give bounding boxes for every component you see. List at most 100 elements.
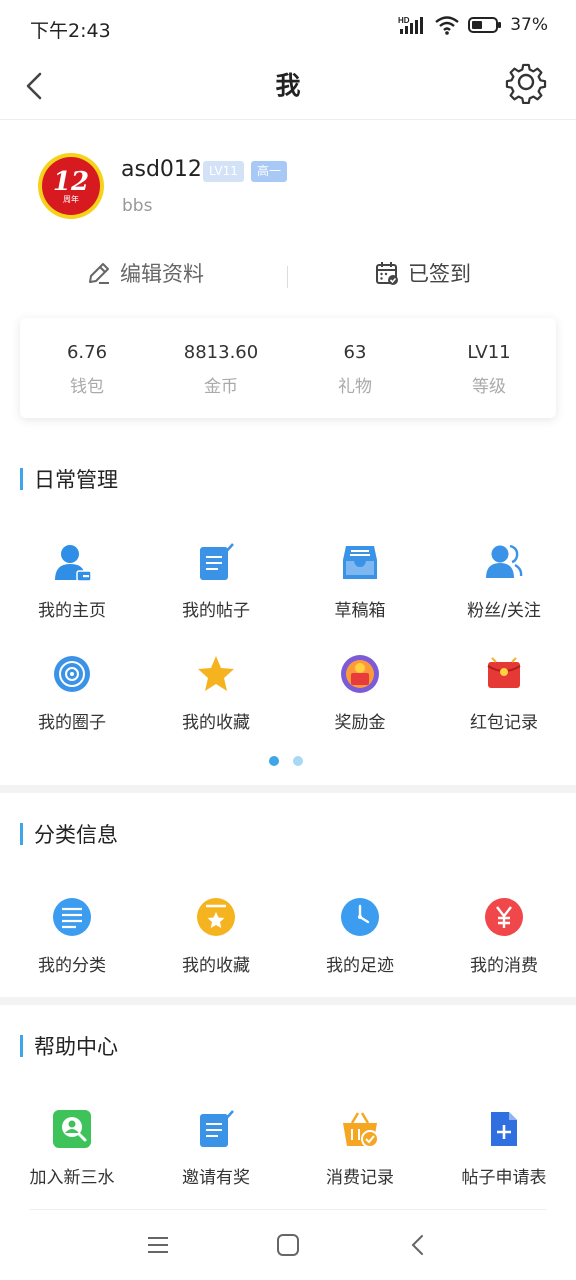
user-home-icon (55, 545, 92, 582)
stat-label: 礼物 (338, 377, 372, 397)
section-daily-header: 日常管理 (20, 464, 118, 494)
edit-profile-label: 编辑资料 (120, 262, 204, 286)
wifi-icon (435, 16, 459, 35)
star-icon (198, 656, 234, 691)
nav-bar: 我 (0, 54, 576, 120)
back-icon[interactable] (404, 1231, 432, 1259)
stat-value: LV11 (467, 342, 511, 363)
grid-label: 红包记录 (470, 713, 538, 733)
reward-icon (341, 655, 379, 693)
grid-label: 我的圈子 (38, 713, 106, 733)
stat-label: 等级 (472, 377, 506, 397)
circle-icon (54, 656, 90, 692)
username: asd012 (121, 157, 202, 182)
stat-value: 6.76 (66, 342, 108, 363)
list-icon (53, 898, 91, 936)
yen-icon (485, 898, 523, 936)
grid-item-my-favorites[interactable]: 我的收藏 (144, 654, 288, 733)
grid-item-red-envelope[interactable]: 红包记录 (432, 654, 576, 733)
section-title: 分类信息 (34, 823, 118, 847)
grid-item-my-circle[interactable]: 我的圈子 (0, 654, 144, 733)
basket-icon (343, 1112, 379, 1148)
grid-label: 邀请有奖 (182, 1168, 250, 1188)
grid-item-reward[interactable]: 奖励金 (288, 654, 432, 733)
status-time: 下午2:43 (30, 20, 111, 42)
grid-item-my-homepage[interactable]: 我的主页 (0, 542, 144, 621)
grid-label: 奖励金 (334, 713, 386, 733)
grid-item-invite[interactable]: 邀请有奖 (144, 1109, 288, 1188)
stats-card: 6.76 钱包 8813.60 金币 63 礼物 LV11 等级 (20, 318, 556, 418)
grade-badge: 高一 (251, 161, 288, 182)
grid-label: 我的消费 (470, 956, 538, 976)
section-title: 日常管理 (34, 468, 118, 492)
fans-icon (486, 544, 523, 578)
status-bar: 下午2:43 HD 37% (0, 0, 576, 54)
draft-box-icon (343, 546, 377, 579)
grid-item-category-favorites[interactable]: 我的收藏 (144, 897, 288, 976)
grid-label: 我的收藏 (182, 713, 250, 733)
red-envelope-icon (487, 657, 521, 688)
pager-dots (269, 756, 303, 766)
home-icon[interactable] (274, 1231, 302, 1259)
grid-label: 我的主页 (38, 601, 106, 621)
add-document-icon (491, 1112, 517, 1146)
grid-label: 我的帖子 (182, 601, 250, 621)
section-category-header: 分类信息 (20, 819, 118, 849)
grid-item-my-footprint[interactable]: 我的足迹 (288, 897, 432, 976)
stat-level[interactable]: LV11 等级 (422, 318, 556, 418)
section-accent-bar (20, 1035, 23, 1057)
pager-dot-active[interactable] (269, 756, 279, 766)
page-title: 我 (275, 71, 301, 100)
grid-label: 加入新三水 (29, 1168, 115, 1188)
grid-item-spending-record[interactable]: 消费记录 (288, 1109, 432, 1188)
hd-label: HD (398, 16, 410, 25)
avatar-subtext: 周年 (63, 194, 79, 204)
bookmark-star-icon (197, 898, 235, 936)
bottom-divider (30, 1209, 546, 1210)
stat-wallet[interactable]: 6.76 钱包 (20, 318, 154, 418)
grid-item-my-posts[interactable]: 我的帖子 (144, 542, 288, 621)
signed-in-label: 已签到 (408, 262, 471, 286)
grid-label: 帖子申请表 (461, 1168, 547, 1188)
join-icon (53, 1110, 91, 1148)
pager-dot[interactable] (293, 756, 303, 766)
section-help-header: 帮助中心 (20, 1031, 118, 1061)
stat-coins[interactable]: 8813.60 金币 (154, 318, 288, 418)
calendar-check-icon (376, 262, 398, 285)
clock-icon (341, 898, 379, 936)
grid-item-my-category[interactable]: 我的分类 (0, 897, 144, 976)
stat-value: 63 (343, 342, 367, 363)
grid-label: 粉丝/关注 (467, 601, 541, 621)
battery-icon (468, 17, 502, 33)
menu-icon[interactable] (144, 1231, 172, 1259)
signal-icon: HD (398, 16, 424, 34)
section-separator (0, 997, 576, 1005)
stat-gifts[interactable]: 63 礼物 (288, 318, 422, 418)
level-badge: LV11 (203, 161, 244, 182)
post-edit-icon (200, 543, 234, 580)
grid-item-join[interactable]: 加入新三水 (0, 1109, 144, 1188)
edit-profile-button[interactable]: 编辑资料 (86, 258, 204, 288)
avatar-number: 12 (52, 166, 90, 197)
invite-icon (200, 1110, 234, 1147)
grid-label: 我的足迹 (326, 956, 394, 976)
gear-icon[interactable] (504, 60, 548, 104)
stat-label: 钱包 (70, 377, 104, 397)
pencil-icon (89, 263, 109, 284)
grid-item-drafts[interactable]: 草稿箱 (288, 542, 432, 621)
grid-label: 消费记录 (326, 1168, 394, 1188)
grid-item-post-application[interactable]: 帖子申请表 (432, 1109, 576, 1188)
grid-label: 我的分类 (38, 956, 106, 976)
stat-value: 8813.60 (183, 342, 259, 363)
section-accent-bar (20, 468, 23, 490)
system-nav-bar (0, 1225, 576, 1265)
section-separator (0, 785, 576, 793)
grid-item-fans-follow[interactable]: 粉丝/关注 (432, 542, 576, 621)
grid-label: 我的收藏 (182, 956, 250, 976)
avatar-logo: 12 周年 (42, 157, 100, 215)
stat-label: 金币 (204, 377, 238, 397)
user-subtitle: bbs (122, 196, 153, 216)
signed-in-button[interactable]: 已签到 (374, 258, 471, 288)
grid-item-my-spending[interactable]: 我的消费 (432, 897, 576, 976)
avatar[interactable]: 12 周年 (38, 153, 104, 219)
